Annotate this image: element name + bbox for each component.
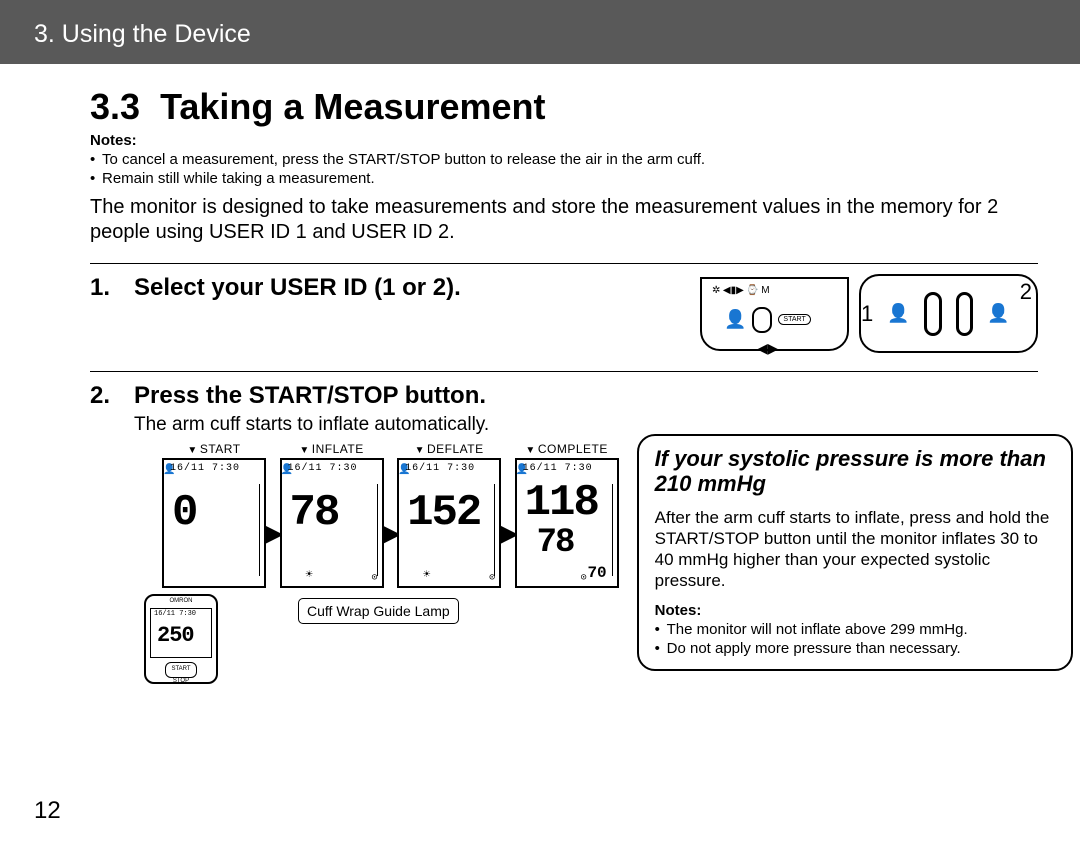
phase-deflate: ▼DEFLATE 👤 16/11 7:30 152 ☀ ⊙ xyxy=(397,442,501,588)
step-2: 2. Press the START/STOP button. The arm … xyxy=(90,371,1038,684)
section-heading: 3.3 Taking a Measurement xyxy=(90,86,1038,128)
brand-label: OMRON xyxy=(146,598,216,604)
cuff-wrap-label: Cuff Wrap Guide Lamp xyxy=(298,598,459,624)
lcd-date-3: 16/11 7:30 xyxy=(405,463,475,474)
triangle-icon: ▼ xyxy=(299,445,309,456)
cuff-ok-icon: ⊙ xyxy=(581,572,587,584)
monitor-bottom-illustration: ✲ ◀▮▶ ⌚ M 👤 START ◀▶ xyxy=(700,277,849,351)
step-2-illustration-row: ▼START 👤 16/11 7:30 0 ▶ xyxy=(134,436,1073,684)
triangle-icon: ▼ xyxy=(415,445,425,456)
callout-notes-label: Notes: xyxy=(655,602,1055,619)
triangle-icon: ▼ xyxy=(525,445,535,456)
lamp-icon: ☀ xyxy=(423,567,430,582)
lcd-start: 👤 16/11 7:30 0 xyxy=(162,458,266,588)
user-1-button xyxy=(924,292,942,336)
lcd-date-4: 16/11 7:30 xyxy=(523,463,593,474)
callout-note-1: •The monitor will not inflate above 299 … xyxy=(655,621,1055,638)
lcd-deflate: 👤 16/11 7:30 152 ☀ ⊙ xyxy=(397,458,501,588)
phase-complete: ▼COMPLETE 👤 16/11 7:30 118 78 70 ⊙ xyxy=(515,442,619,588)
phase-inflate: ▼INFLATE 👤 16/11 7:30 78 ☀ ⊙ xyxy=(280,442,384,588)
lcd-value-2: 78 xyxy=(290,488,339,538)
lcd-complete: 👤 16/11 7:30 118 78 70 ⊙ xyxy=(515,458,619,588)
label-2: 2 xyxy=(1020,279,1032,305)
top-note-2: •Remain still while taking a measurement… xyxy=(90,170,1038,187)
callout-body: After the arm cuff starts to inflate, pr… xyxy=(655,507,1055,592)
label-1: 1 xyxy=(861,301,873,327)
lcd-value-1: 0 xyxy=(172,488,196,538)
pressure-scale xyxy=(377,484,378,576)
person-2-icon-big: 👤 xyxy=(987,303,1009,324)
pressure-scale xyxy=(259,484,260,576)
high-pressure-callout: If your systolic pressure is more than 2… xyxy=(637,434,1073,671)
section-title-text: Taking a Measurement xyxy=(160,86,545,127)
step-1: 1. Select your USER ID (1 or 2). ✲ ◀▮▶ ⌚… xyxy=(90,263,1038,353)
lcd-sys-4: 118 xyxy=(525,478,598,528)
user-1-button-small xyxy=(752,307,772,333)
mini-monitor-illustration: OMRON 16/11 7:30 250 START STOP xyxy=(144,594,218,684)
lcd-value-3: 152 xyxy=(407,488,480,538)
person-1-icon: 👤 xyxy=(724,309,746,330)
mini-date: 16/11 7:30 xyxy=(154,610,196,618)
lcd-date-2: 16/11 7:30 xyxy=(288,463,358,474)
phase-start: ▼START 👤 16/11 7:30 0 xyxy=(162,442,266,588)
notes-label: Notes: xyxy=(90,132,1038,149)
page-content: 3.3 Taking a Measurement Notes: •To canc… xyxy=(0,64,1080,684)
lcd-dia-4: 78 xyxy=(537,524,574,562)
lcd-inflate: 👤 16/11 7:30 78 ☀ ⊙ xyxy=(280,458,384,588)
mini-value: 250 xyxy=(157,623,194,648)
callout-title: If your systolic pressure is more than 2… xyxy=(655,446,1055,497)
chapter-header: 3. Using the Device xyxy=(0,0,1080,64)
pressure-scale xyxy=(612,484,613,576)
lcd-pulse-4: 70 xyxy=(587,564,606,582)
cuff-ok-icon: ⊙ xyxy=(372,572,378,584)
user-id-switch-zoom: 1 👤 👤 2 xyxy=(859,274,1038,353)
pressure-scale xyxy=(494,484,495,576)
user-2-button xyxy=(956,292,974,336)
person-1-icon-big: 👤 xyxy=(887,303,909,324)
page-number: 12 xyxy=(34,797,61,825)
user-id-illustration: ✲ ◀▮▶ ⌚ M 👤 START ◀▶ 1 👤 xyxy=(700,274,1038,353)
slider-arrow-icon: ◀▶ xyxy=(757,340,779,357)
nav-icons: ◀▮▶ xyxy=(723,285,744,296)
triangle-icon: ▼ xyxy=(187,445,197,456)
start-stop-button-mini: START STOP xyxy=(165,662,197,678)
step-1-number: 1. xyxy=(90,274,114,302)
step-2-number: 2. xyxy=(90,382,114,410)
mini-lcd: 16/11 7:30 250 xyxy=(150,608,212,658)
clock-icon: ⌚ xyxy=(746,285,758,296)
callout-note-2: •Do not apply more pressure than necessa… xyxy=(655,640,1055,657)
step-1-text: Select your USER ID (1 or 2). xyxy=(134,274,680,302)
sync-icon: ✲ xyxy=(712,285,720,296)
intro-paragraph: The monitor is designed to take measurem… xyxy=(90,195,1038,245)
lcd-date-1: 16/11 7:30 xyxy=(170,463,240,474)
step-2-subtext: The arm cuff starts to inflate automatic… xyxy=(134,414,1073,436)
manual-page: 3. Using the Device 3.3 Taking a Measure… xyxy=(0,0,1080,851)
lamp-icon: ☀ xyxy=(306,567,313,582)
cuff-ok-icon: ⊙ xyxy=(489,572,495,584)
chapter-title: 3. Using the Device xyxy=(34,20,251,48)
step-2-text: Press the START/STOP button. xyxy=(134,382,1073,410)
top-note-1: •To cancel a measurement, press the STAR… xyxy=(90,151,1038,168)
section-number: 3.3 xyxy=(90,86,140,127)
memory-icon: M xyxy=(761,285,769,296)
phase-sequence: ▼START 👤 16/11 7:30 0 ▶ xyxy=(134,436,619,684)
start-label-small: START xyxy=(778,314,810,325)
